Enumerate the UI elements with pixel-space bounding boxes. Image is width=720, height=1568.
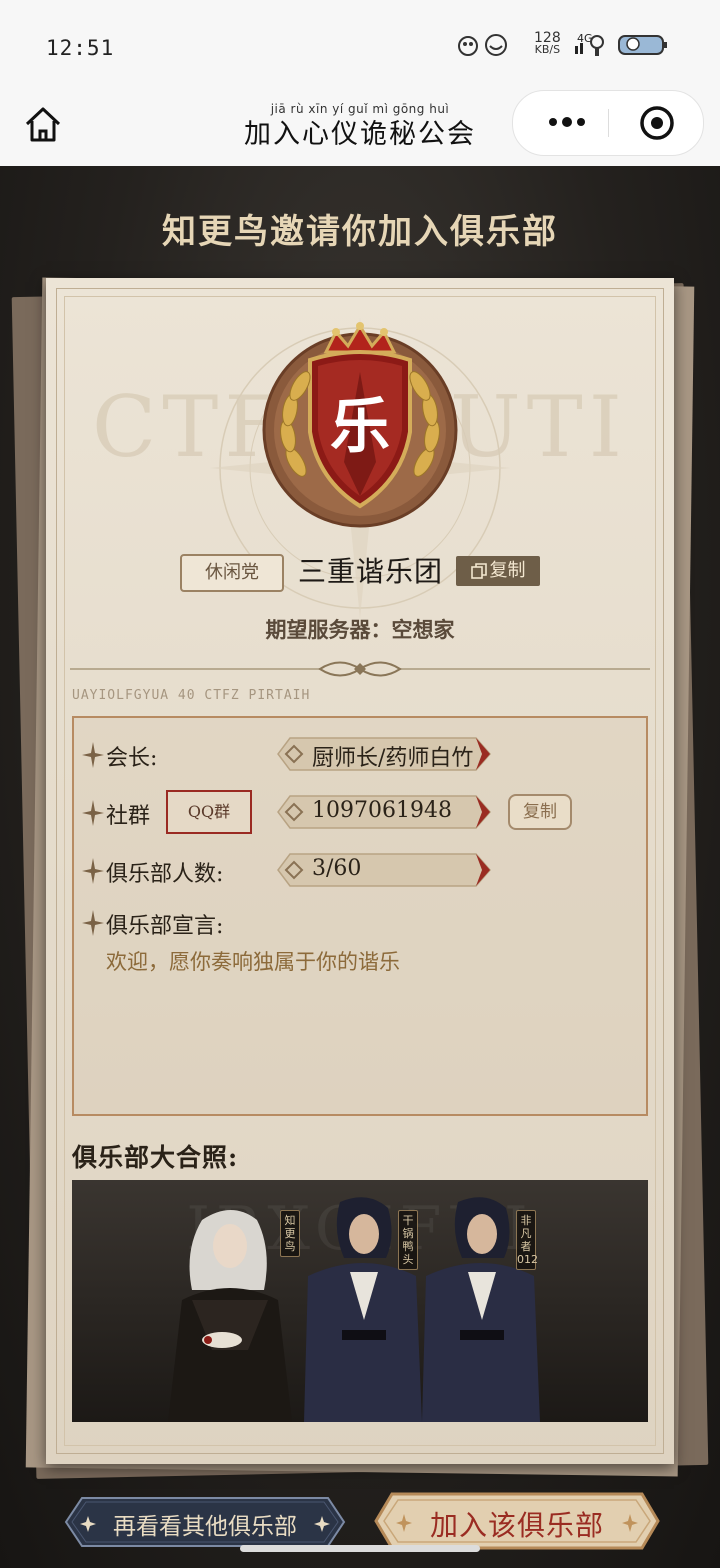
signal-icon: 4G xyxy=(574,32,604,56)
group-photo: IRXOIFUI xyxy=(72,1180,648,1422)
browse-other-clubs-button[interactable]: 再看看其他俱乐部 xyxy=(64,1494,346,1550)
leader-row: 会长: 厨师长/药师白竹 xyxy=(74,736,646,776)
club-name: 三重谐乐团 xyxy=(298,555,444,588)
members-label: 俱乐部人数: xyxy=(106,862,224,887)
join-club-label: 加入该俱乐部 xyxy=(429,1509,604,1542)
net-speed: 128 KB/S xyxy=(534,30,561,56)
manifesto-row: 俱乐部宣言: xyxy=(74,904,646,944)
community-label: 社群 xyxy=(106,804,151,829)
club-info-box: 会长: 厨师长/药师白竹 社群 QQ群 1097061948 复制 俱乐部人数:… xyxy=(72,716,648,1116)
qq-number: 1097061948 xyxy=(312,798,452,823)
club-name-row: 休闲党 三重谐乐团 复制 xyxy=(46,548,674,594)
copy-name-button[interactable]: 复制 xyxy=(456,556,540,586)
notification-icon xyxy=(458,34,507,56)
members-value-pill: 3/60 xyxy=(276,852,492,888)
emblem-character: 乐 xyxy=(330,392,390,462)
join-club-button[interactable]: 加入该俱乐部 xyxy=(374,1490,660,1552)
home-indicator[interactable] xyxy=(240,1545,480,1552)
star-icon xyxy=(82,910,104,936)
capsule-divider xyxy=(608,109,609,137)
cipher-text: UAYIOLFGYUA 40 CTFZ PIRTAIH xyxy=(72,688,311,703)
copy-qq-button[interactable]: 复制 xyxy=(508,794,572,830)
mini-program-capsule xyxy=(512,90,704,156)
copy-name-label: 复制 xyxy=(489,560,526,581)
member-name-label: 知更鸟 xyxy=(280,1210,300,1257)
manifesto-label: 俱乐部宣言: xyxy=(106,914,224,939)
manifesto-text: 欢迎，愿你奏响独属于你的谐乐 xyxy=(106,950,400,974)
member-name-label: 非凡者012 xyxy=(516,1210,538,1270)
nav-bar: jiā rù xīn yí guǐ mì gōng huì 加入心仪诡秘公会 xyxy=(0,90,720,166)
status-time: 12:51 xyxy=(46,36,115,60)
member-name-label: 干锅鸭头 xyxy=(398,1210,418,1270)
leader-value-pill: 厨师长/药师白竹 xyxy=(276,736,492,772)
expected-server: 期望服务器：空想家 xyxy=(265,617,455,642)
main-area: 知更鸟邀请你加入俱乐部 CTFZ FUTI 乐 休闲党 三重谐乐团 复制 期望服… xyxy=(0,166,720,1568)
status-bar: 12:51 128 KB/S 4G xyxy=(0,0,720,90)
star-icon xyxy=(82,858,104,884)
members-row: 俱乐部人数: 3/60 xyxy=(74,852,646,892)
leader-value: 厨师长/药师白竹 xyxy=(312,746,474,771)
qq-group-tag[interactable]: QQ群 xyxy=(166,790,252,834)
browse-other-label: 再看看其他俱乐部 xyxy=(113,1514,297,1540)
star-icon xyxy=(82,800,104,826)
home-icon[interactable] xyxy=(22,104,64,146)
members-value: 3/60 xyxy=(312,856,362,881)
club-type-badge: 休闲党 xyxy=(180,554,284,592)
qq-number-pill: 1097061948 xyxy=(276,794,492,830)
group-photo-label: 俱乐部大合照: xyxy=(72,1143,239,1172)
group-photo-characters xyxy=(168,1197,540,1422)
club-card: CTFZ FUTI 乐 休闲党 三重谐乐团 复制 期望服务器：空想家 UAYIO… xyxy=(46,278,674,1464)
club-emblem: 乐 xyxy=(252,312,468,528)
target-close-icon[interactable] xyxy=(639,105,675,141)
pill-background xyxy=(277,853,491,887)
more-dots-icon[interactable] xyxy=(537,109,597,135)
copy-icon xyxy=(470,563,487,579)
status-icons: 128 KB/S 4G xyxy=(456,30,669,58)
leader-label: 会长: xyxy=(106,746,158,771)
character-1 xyxy=(168,1210,292,1422)
nav-title: jiā rù xīn yí guǐ mì gōng huì 加入心仪诡秘公会 xyxy=(200,90,520,166)
battery-icon xyxy=(617,35,667,55)
ornament-divider xyxy=(70,661,650,677)
invite-title: 知更鸟邀请你加入俱乐部 xyxy=(162,212,558,252)
star-icon xyxy=(82,742,104,768)
community-row: 社群 QQ群 1097061948 复制 xyxy=(74,790,646,834)
page-title: 加入心仪诡秘公会 xyxy=(244,119,476,150)
